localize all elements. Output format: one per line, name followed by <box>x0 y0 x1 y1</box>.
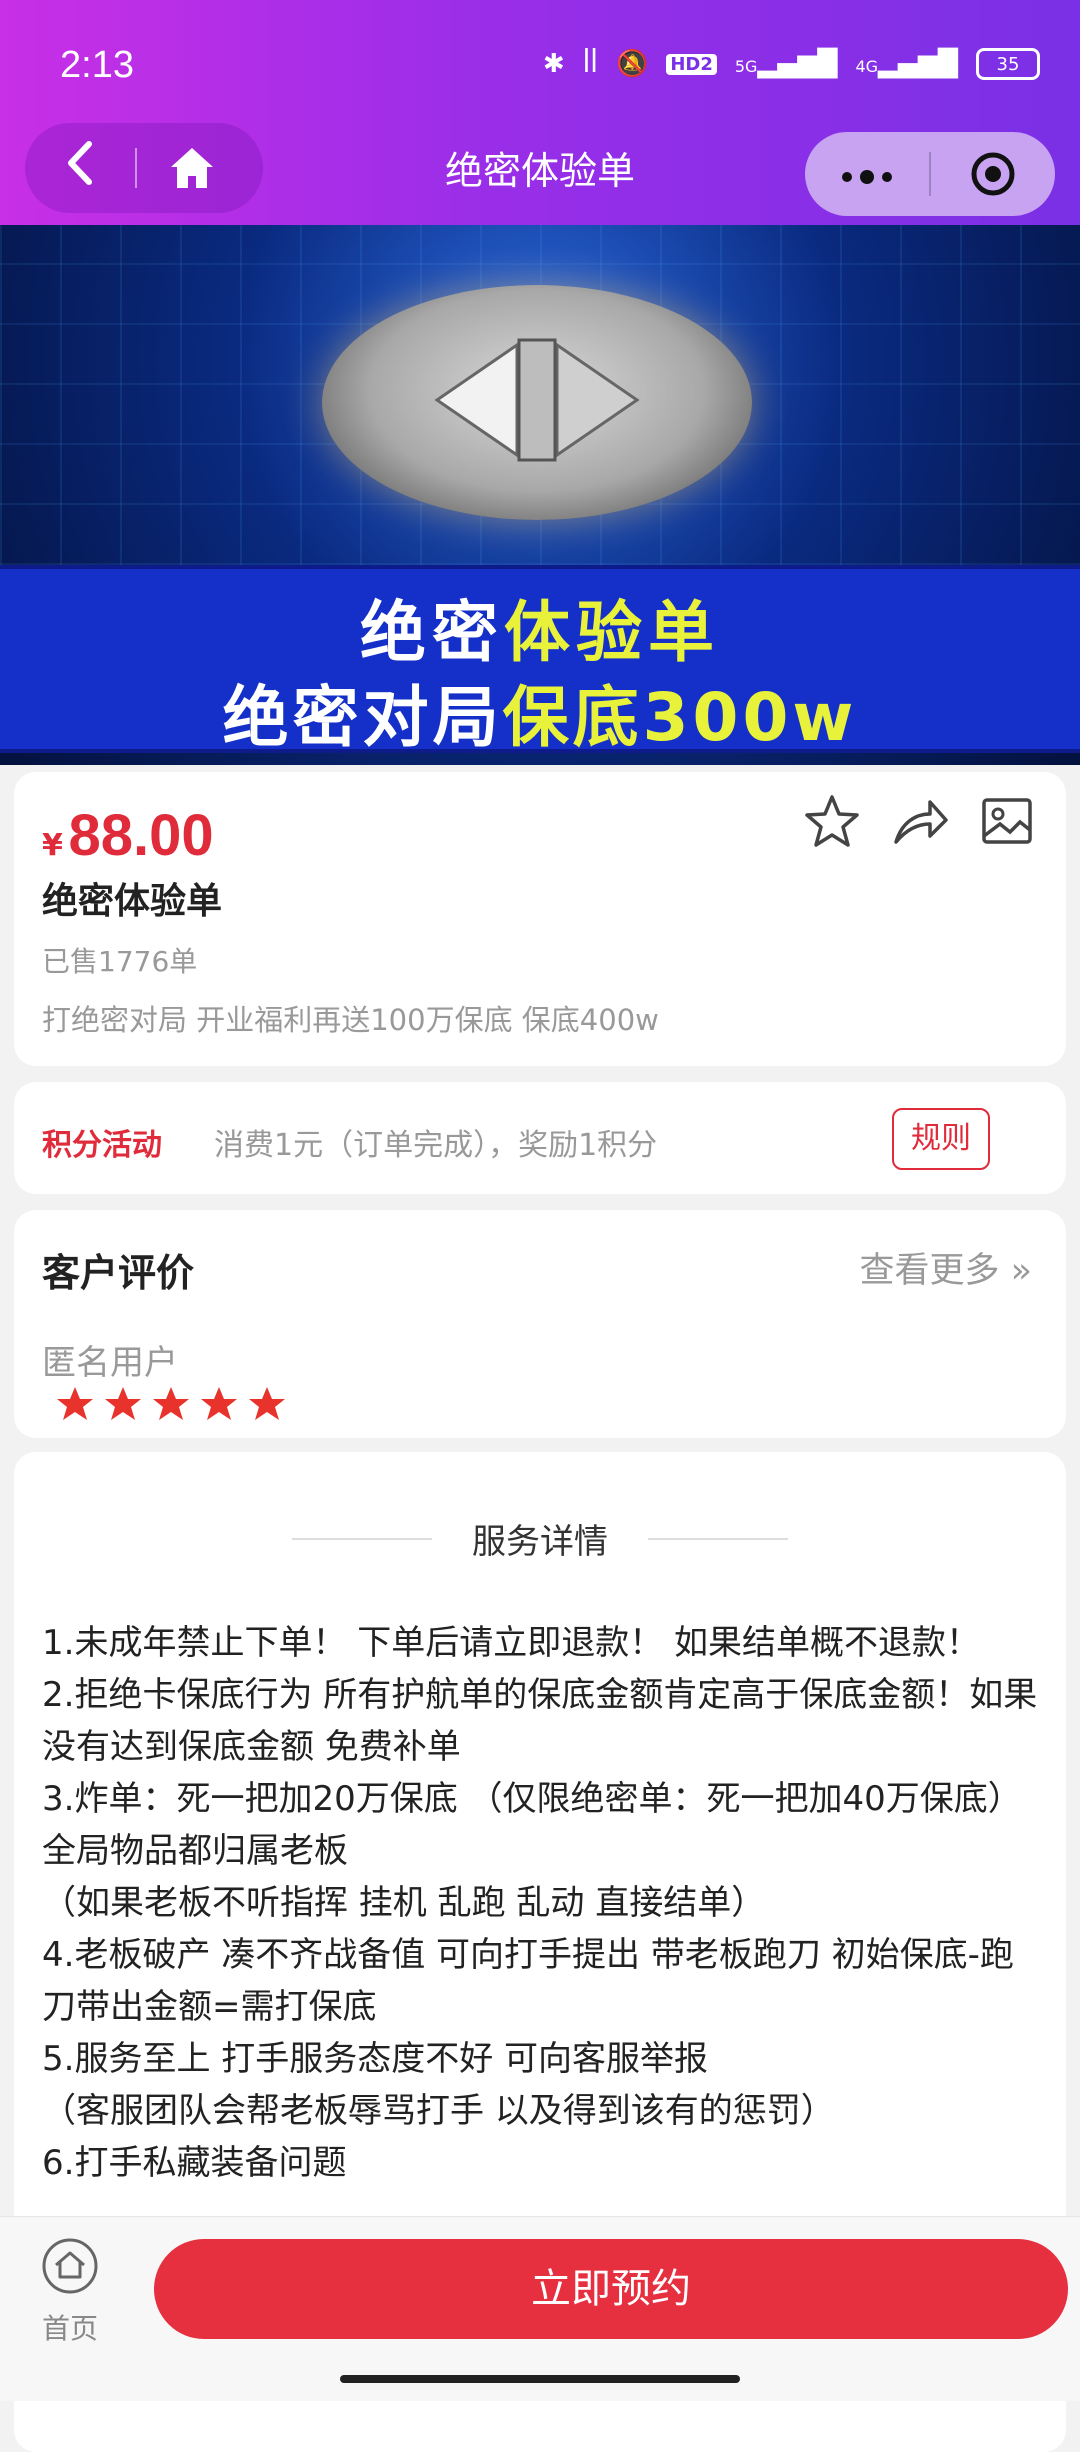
detail-line: 6.打手私藏装备问题 <box>42 2143 347 2183</box>
detail-line: 4.老板破产 凑不齐战备值 可向打手提出 带老板跑刀 初始保底-跑刀带出金额=需… <box>42 1935 1014 2027</box>
star-icon <box>105 1387 141 1420</box>
product-description: 打绝密对局 开业福利再送100万保底 保底400w <box>42 1003 659 1037</box>
home-tab-label: 首页 <box>41 2312 98 2345</box>
banner-text-strip: 绝密体验单 绝密对局保底300w <box>0 565 1080 756</box>
detail-line: （客服团队会帮老板辱骂打手 以及得到该有的惩罚） <box>42 2091 835 2131</box>
hd-badge: HD2 <box>666 53 717 75</box>
banner-line-1: 绝密体验单 <box>0 579 1080 675</box>
product-banner: 绝密体验单 绝密对局保底300w <box>0 225 1080 765</box>
nav-right-capsule <box>805 132 1055 216</box>
points-label: 积分活动 <box>42 1128 162 1163</box>
image-icon <box>982 798 1032 844</box>
banner-line2-white: 绝密对局 <box>222 679 503 756</box>
reviews-title: 客户评价 <box>42 1251 195 1295</box>
banner-line2-yellow: 保底300w <box>502 679 858 756</box>
header: 2:13 ✱ ꟾꟾ 🔕 HD2 5G▂▄▆█ 4G▂▄▆█ 35 绝密体验单 <box>0 0 1080 225</box>
bottom-bar: 首页 立即预约 <box>0 2216 1080 2401</box>
detail-line: 1.未成年禁止下单！ 下单后请立即退款！ 如果结单概不退款！ <box>42 1623 981 1663</box>
more-dots-icon <box>842 170 892 184</box>
reviewer-name: 匿名用户 <box>42 1343 178 1383</box>
service-detail-title: 服务详情 <box>472 1522 608 1562</box>
rating-stars <box>56 1386 286 1422</box>
heading-divider-left <box>292 1537 432 1540</box>
target-icon <box>971 152 1015 196</box>
heading-divider-right <box>648 1537 788 1540</box>
signal-5g-icon: 5G▂▄▆█ <box>734 49 838 79</box>
price: ¥ 88.00 <box>42 802 214 869</box>
points-activity-card: 积分活动 消费1元（订单完成），奖励1积分 规则 <box>14 1082 1066 1194</box>
status-time: 2:13 <box>60 44 134 86</box>
product-actions <box>802 792 1038 856</box>
currency-symbol: ¥ <box>42 828 63 863</box>
service-detail-heading: 服务详情 <box>14 1514 1066 1563</box>
sold-count: 已售1776单 <box>42 945 198 978</box>
book-now-button[interactable]: 立即预约 <box>154 2239 1068 2339</box>
status-bar: 2:13 ✱ ꟾꟾ 🔕 HD2 5G▂▄▆█ 4G▂▄▆█ 35 <box>0 0 1080 120</box>
star-icon <box>201 1387 237 1420</box>
star-outline-icon <box>805 795 859 847</box>
signal-4g-icon: 4G▂▄▆█ <box>855 49 958 79</box>
mute-bell-icon: 🔕 <box>615 49 649 79</box>
earbuds-icon: ꟾꟾ <box>582 49 598 79</box>
favorite-button[interactable] <box>802 792 862 856</box>
price-value: 88.00 <box>68 803 214 868</box>
share-arrow-icon <box>894 800 948 844</box>
view-more-link[interactable]: 查看更多 » <box>859 1242 1032 1293</box>
more-button[interactable] <box>805 151 929 197</box>
star-icon <box>57 1387 93 1420</box>
coin-logo-image <box>322 285 752 520</box>
product-info-card: ¥ 88.00 绝密体验单 已售1776单 打绝密对局 开业福利再送100万保底… <box>14 772 1066 1066</box>
detail-line: 5.服务至上 打手服务态度不好 可向客服举报 <box>42 2039 709 2079</box>
rules-button[interactable]: 规则 <box>892 1108 990 1170</box>
points-description: 消费1元（订单完成），奖励1积分 <box>214 1128 658 1163</box>
detail-line: （如果老板不听指挥 挂机 乱跑 乱动 直接结单） <box>42 1883 766 1923</box>
status-icons: ✱ ꟾꟾ 🔕 HD2 5G▂▄▆█ 4G▂▄▆█ 35 <box>543 48 1040 80</box>
service-detail-text: 1.未成年禁止下单！ 下单后请立即退款！ 如果结单概不退款！ 2.拒绝卡保底行为… <box>42 1617 1038 2189</box>
home-outline-icon <box>42 2238 98 2294</box>
product-name: 绝密体验单 <box>42 881 223 922</box>
star-icon <box>153 1387 189 1420</box>
detail-line: 2.拒绝卡保底行为 所有护航单的保底金额肯定高于保底金额！如果没有达到保底金额 … <box>42 1675 1038 1767</box>
bluetooth-icon: ✱ <box>542 49 565 79</box>
reviews-card: 客户评价 查看更多 » 匿名用户 <box>14 1210 1066 1438</box>
share-button[interactable] <box>890 792 950 856</box>
home-indicator <box>340 2375 740 2383</box>
banner-line-2: 绝密对局保底300w <box>0 664 1080 760</box>
banner-line1-white: 绝密 <box>360 594 504 671</box>
star-icon <box>249 1387 285 1420</box>
coin-emblem-icon <box>434 338 640 462</box>
poster-button[interactable] <box>978 792 1038 856</box>
battery-icon: 35 <box>976 48 1040 80</box>
close-miniapp-button[interactable] <box>931 150 1055 198</box>
home-tab[interactable]: 首页 <box>30 2237 110 2347</box>
banner-line1-yellow: 体验单 <box>504 594 720 671</box>
detail-line: 3.炸单：死一把加20万保底 （仅限绝密单：死一把加40万保底）全局物品都归属老… <box>42 1779 1022 1871</box>
